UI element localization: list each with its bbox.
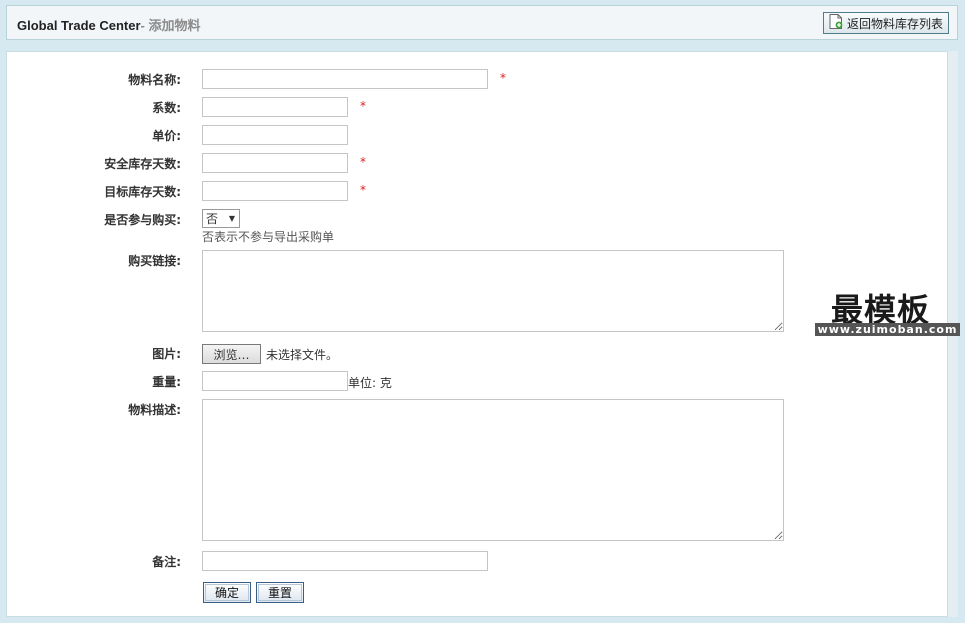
document-add-icon [829,14,843,32]
remark-label: 备注: [152,555,181,569]
target-stock-days-input[interactable] [202,181,348,201]
join-purchase-label: 是否参与购买: [104,213,181,227]
page-title: - 添加物料 [140,18,201,33]
caret-down-icon: ▼ [228,214,235,223]
add-material-form: 物料名称: * 系数: * 单价: 安全库存天数: * 目标库存天数: * 是否… [6,51,948,617]
file-status-text: 未选择文件。 [266,348,339,362]
coefficient-label: 系数: [152,101,181,115]
unit-price-label: 单价: [152,129,181,143]
purchase-link-textarea[interactable] [202,250,784,332]
watermark-url-text: www.zuimoban.com [815,323,960,336]
required-mark: * [500,71,506,85]
page-header: Global Trade Center- 添加物料 返回物料库存列表 [6,5,958,40]
weight-label: 重量: [152,375,181,389]
submit-button[interactable]: 确定 [203,582,251,603]
browse-file-button[interactable]: 浏览… [202,344,261,364]
weight-input[interactable] [202,371,348,391]
join-purchase-hint: 否表示不参与导出采购单 [202,230,335,244]
safety-stock-days-label: 安全库存天数: [104,157,181,171]
back-to-inventory-list-button[interactable]: 返回物料库存列表 [823,12,949,34]
app-name: Global Trade Center [17,18,141,33]
description-textarea[interactable] [202,399,784,541]
required-mark: * [360,183,366,197]
remark-input[interactable] [202,551,488,571]
weight-unit-hint: 单位: 克 [348,376,392,390]
material-name-input[interactable] [202,69,488,89]
material-name-label: 物料名称: [128,73,181,87]
purchase-link-label: 购买链接: [128,254,181,268]
image-label: 图片: [152,347,181,361]
header-title: Global Trade Center- 添加物料 [17,15,201,34]
watermark-logo: 最模板 www.zuimoban.com [815,285,960,337]
back-button-label: 返回物料库存列表 [846,16,943,31]
required-mark: * [360,99,366,113]
reset-button[interactable]: 重置 [256,582,304,603]
required-mark: * [360,155,366,169]
description-label: 物料描述: [128,403,181,417]
unit-price-input[interactable] [202,125,348,145]
coefficient-input[interactable] [202,97,348,117]
join-purchase-selected-value: 否 [206,212,219,226]
join-purchase-select[interactable]: 否 ▼ [202,209,240,228]
safety-stock-days-input[interactable] [202,153,348,173]
target-stock-days-label: 目标库存天数: [104,185,181,199]
